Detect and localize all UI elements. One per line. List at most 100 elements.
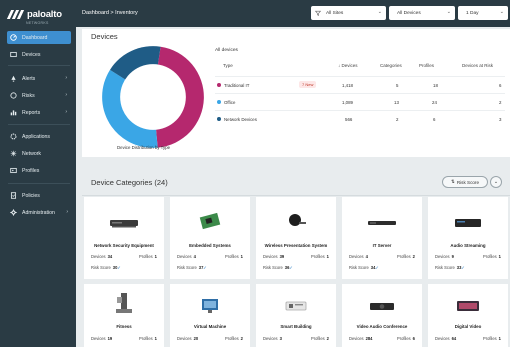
category-name: Wireless Presentation System: [264, 243, 328, 248]
firewall-appliance-icon: [106, 209, 142, 237]
stat-label: Profiles: [397, 336, 411, 341]
stat-value: 2: [240, 336, 243, 341]
chart-icon: [10, 109, 17, 116]
category-card[interactable]: Embedded Systems Devices 4 Profiles 1 Risk…: [170, 197, 250, 279]
sidebar-item-administration[interactable]: Administration ›: [0, 206, 76, 219]
sidebar-item-network[interactable]: Network: [0, 147, 76, 160]
sidebar-item-label: Devices: [22, 51, 41, 58]
profiles-stat: Profiles 1: [139, 254, 157, 259]
stat-label: Devices: [177, 336, 192, 341]
sidebar-item-reports[interactable]: Reports ›: [0, 106, 76, 119]
column-header-devices[interactable]: ↓ Devices: [338, 63, 358, 68]
breadcrumb[interactable]: Dashboard > Inventory: [82, 10, 138, 16]
category-card[interactable]: IT Server Devices 4 Profiles 2 Risk Score 3…: [342, 197, 422, 279]
profiles-stat: Profiles 1: [483, 336, 501, 341]
table-row[interactable]: Traditional IT 7 New 1,418 5 18 6: [215, 76, 505, 92]
profiles-stat: Profiles 1: [483, 254, 501, 259]
device-filter-dropdown[interactable]: All Devices ⌄: [389, 6, 455, 20]
table-caption: All devices: [215, 48, 238, 53]
row-type: Office: [224, 100, 236, 105]
brand-logo[interactable]: paloalto: [6, 9, 62, 20]
dashboard-icon: [10, 34, 17, 41]
time-filter-dropdown[interactable]: 1 Day ⌄: [458, 6, 508, 20]
category-card[interactable]: Video Audio Conference Devices 284 Profil…: [342, 284, 422, 347]
stat-value: 1: [154, 254, 157, 259]
risk-score-sort-button[interactable]: ⇅ Risk Score: [442, 176, 488, 188]
video-device-icon: [450, 292, 486, 320]
chevron-down-icon: ⌄: [493, 179, 499, 185]
category-card[interactable]: Fitness Devices 19 Profiles 1: [84, 284, 164, 347]
site-filter-dropdown[interactable]: All Sites ⌄: [311, 6, 386, 20]
network-icon: [10, 150, 17, 157]
stat-value: 4: [193, 254, 196, 259]
sidebar-item-devices[interactable]: Devices: [0, 48, 76, 61]
time-filter-value: 1 Day: [466, 10, 479, 16]
sidebar-item-label: Policies: [22, 192, 40, 199]
category-card[interactable]: Digital Video Devices 64 Profiles 1: [428, 284, 508, 347]
stat-value: 64: [451, 336, 457, 341]
devices-stat: Devices 19: [91, 336, 112, 341]
row-categories: 5: [396, 83, 399, 88]
category-name: Smart Building: [280, 324, 312, 329]
chevron-right-icon: ›: [66, 209, 68, 215]
category-card[interactable]: Network Security Equipment Devices 34 Pro…: [84, 197, 164, 279]
category-card[interactable]: Audio Streaming Devices 9 Profiles 1 Risk …: [428, 197, 508, 279]
row-profiles: 18: [433, 83, 438, 88]
stat-value: 1: [240, 254, 243, 259]
series-color-dot: [217, 117, 221, 121]
table-row[interactable]: Office 1,089 13 24 2: [215, 93, 505, 109]
divider: [8, 124, 70, 125]
sidebar-item-label: Alerts: [22, 75, 36, 82]
stat-value: 39: [279, 254, 285, 259]
sidebar: paloalto NETWORKS Dashboard Devices Aler…: [0, 0, 76, 347]
column-header-label: Devices: [341, 63, 358, 68]
stat-label: Risk Score: [263, 265, 283, 270]
stat-value: 1: [154, 336, 157, 341]
donut-caption: Device Distribution by Type: [117, 145, 171, 150]
trend-icon: ⁄⁄: [376, 265, 378, 270]
row-devices: 1,089: [342, 100, 353, 105]
category-name: Network Security Equipment: [94, 243, 154, 248]
devices-stat: Devices 34: [91, 254, 112, 259]
apps-icon: [10, 133, 17, 140]
category-name: Video Audio Conference: [356, 324, 408, 329]
category-name: Digital Video: [454, 324, 482, 329]
stat-value: 19: [107, 336, 113, 341]
profile-icon: [10, 167, 17, 174]
stat-value: 33: [456, 265, 462, 270]
row-categories: 2: [396, 117, 399, 122]
sidebar-item-applications[interactable]: Applications: [0, 130, 76, 143]
sidebar-item-risks[interactable]: Risks ›: [0, 89, 76, 102]
sidebar-item-alerts[interactable]: Alerts ›: [0, 72, 76, 85]
stat-value: 9: [451, 254, 454, 259]
category-name: Fitness: [116, 324, 132, 329]
sidebar-item-policies[interactable]: Policies: [0, 189, 76, 202]
row-risk: 6: [499, 83, 502, 88]
stat-value: 1: [498, 336, 501, 341]
circuit-board-icon: [192, 207, 228, 235]
category-card[interactable]: Virtual Machine Devices 20 Profiles 2: [170, 284, 250, 347]
profiles-stat: Profiles 1: [311, 254, 329, 259]
divider: [8, 183, 70, 184]
row-type: Network Devices: [224, 117, 257, 122]
sidebar-item-label: Risks: [22, 92, 35, 99]
sidebar-item-label: Network: [22, 150, 42, 157]
stat-label: Profiles: [483, 254, 497, 259]
trend-icon: ⁄⁄: [204, 265, 206, 270]
stat-label: Profiles: [311, 254, 325, 259]
stat-value: 1: [498, 254, 501, 259]
row-type: Traditional IT: [224, 83, 250, 88]
table-row[interactable]: Network Devices 566 2 6 3: [215, 110, 505, 126]
row-risk: 3: [499, 117, 502, 122]
stat-label: Risk Score: [349, 265, 369, 270]
gear-icon: [10, 209, 17, 216]
column-header-type: Type: [223, 63, 233, 68]
category-card[interactable]: Smart Building Devices 3 Profiles 2: [256, 284, 336, 347]
category-card[interactable]: Wireless Presentation System Devices 39 P…: [256, 197, 336, 279]
stat-label: Profiles: [139, 254, 153, 259]
expand-button[interactable]: ⌄: [490, 176, 502, 188]
chevron-down-icon: ⌄: [499, 9, 504, 15]
row-profiles: 24: [432, 100, 437, 105]
sidebar-item-dashboard[interactable]: Dashboard: [7, 31, 71, 44]
sidebar-item-profiles[interactable]: Profiles: [0, 164, 76, 177]
